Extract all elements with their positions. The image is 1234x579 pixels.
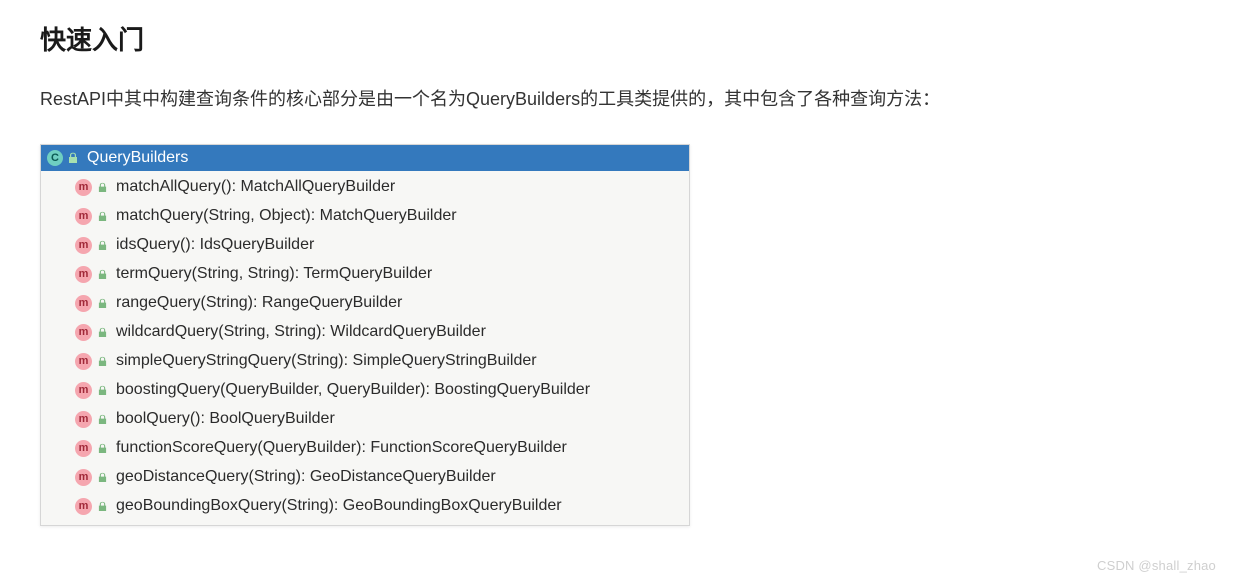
method-return-type: RangeQueryBuilder <box>262 294 403 311</box>
method-row[interactable]: m idsQuery(): IdsQueryBuilder <box>41 231 689 260</box>
method-row[interactable]: m matchAllQuery(): MatchAllQueryBuilder <box>41 173 689 202</box>
method-name: boostingQuery <box>116 381 220 398</box>
method-icon: m <box>75 179 92 196</box>
method-params: (String, String): <box>218 323 330 340</box>
method-row[interactable]: m geoDistanceQuery(String): GeoDistanceQu… <box>41 463 689 492</box>
method-params: (): <box>221 178 241 195</box>
method-signature: functionScoreQuery(QueryBuilder): Functi… <box>116 439 567 457</box>
method-icon: m <box>75 324 92 341</box>
code-completion-panel: C QueryBuilders mmatchAllQuery(): MatchA… <box>40 144 690 526</box>
method-icon: m <box>75 353 92 370</box>
method-row[interactable]: m functionScoreQuery(QueryBuilder): Funct… <box>41 434 689 463</box>
method-signature: simpleQueryStringQuery(String): SimpleQu… <box>116 352 537 370</box>
method-return-type: GeoBoundingBoxQueryBuilder <box>343 497 562 514</box>
method-return-type: BoolQueryBuilder <box>209 410 334 427</box>
method-icon: m <box>75 295 92 312</box>
watermark: CSDN @shall_zhao <box>1097 558 1216 573</box>
lock-icon <box>96 298 108 309</box>
panel-header: C QueryBuilders <box>41 145 689 171</box>
method-row[interactable]: m geoBoundingBoxQuery(String): GeoBoundin… <box>41 492 689 521</box>
method-signature: idsQuery(): IdsQueryBuilder <box>116 236 314 254</box>
method-params: (String, String): <box>192 265 304 282</box>
method-row[interactable]: m simpleQueryStringQuery(String): SimpleQ… <box>41 347 689 376</box>
method-params: (String): <box>201 294 262 311</box>
class-name: QueryBuilders <box>87 149 188 167</box>
lock-icon <box>96 240 108 251</box>
lock-icon <box>96 269 108 280</box>
method-params: (): <box>180 236 200 253</box>
lock-icon <box>96 182 108 193</box>
method-icon: m <box>75 440 92 457</box>
lock-icon <box>96 472 108 483</box>
method-return-type: WildcardQueryBuilder <box>330 323 486 340</box>
method-signature: boolQuery(): BoolQueryBuilder <box>116 410 335 428</box>
lock-icon <box>96 356 108 367</box>
method-params: (String, Object): <box>203 207 319 224</box>
method-params: (): <box>190 410 210 427</box>
method-row[interactable]: m termQuery(String, String): TermQueryBui… <box>41 260 689 289</box>
method-params: (String): <box>281 497 342 514</box>
lock-icon <box>96 501 108 512</box>
method-return-type: FunctionScoreQueryBuilder <box>370 439 567 456</box>
method-signature: matchAllQuery(): MatchAllQueryBuilder <box>116 178 395 196</box>
method-name: wildcardQuery <box>116 323 218 340</box>
method-return-type: IdsQueryBuilder <box>200 236 315 253</box>
method-icon: m <box>75 469 92 486</box>
method-return-type: TermQueryBuilder <box>303 265 432 282</box>
method-name: termQuery <box>116 265 192 282</box>
method-name: matchAllQuery <box>116 178 221 195</box>
method-signature: wildcardQuery(String, String): WildcardQ… <box>116 323 486 341</box>
method-name: idsQuery <box>116 236 180 253</box>
method-icon: m <box>75 498 92 515</box>
method-return-type: BoostingQueryBuilder <box>434 381 590 398</box>
method-icon: m <box>75 266 92 283</box>
method-icon: m <box>75 411 92 428</box>
method-name: rangeQuery <box>116 294 201 311</box>
method-row[interactable]: m boostingQuery(QueryBuilder, QueryBuilde… <box>41 376 689 405</box>
method-name: boolQuery <box>116 410 190 427</box>
method-params: (String): <box>249 468 310 485</box>
lock-icon <box>96 414 108 425</box>
method-row[interactable]: m boolQuery(): BoolQueryBuilder <box>41 405 689 434</box>
method-icon: m <box>75 208 92 225</box>
method-return-type: MatchAllQueryBuilder <box>240 178 395 195</box>
lock-icon <box>96 443 108 454</box>
lock-icon <box>67 152 79 164</box>
method-name: functionScoreQuery <box>116 439 257 456</box>
lock-icon <box>96 211 108 222</box>
method-signature: geoBoundingBoxQuery(String): GeoBounding… <box>116 497 562 515</box>
method-icon: m <box>75 237 92 254</box>
method-name: matchQuery <box>116 207 203 224</box>
method-return-type: SimpleQueryStringBuilder <box>353 352 537 369</box>
method-params: (QueryBuilder, QueryBuilder): <box>220 381 434 398</box>
intro-paragraph: RestAPI中其中构建查询条件的核心部分是由一个名为QueryBuilders… <box>40 85 1194 114</box>
lock-icon <box>96 327 108 338</box>
method-signature: boostingQuery(QueryBuilder, QueryBuilder… <box>116 381 590 399</box>
method-row[interactable]: m matchQuery(String, Object): MatchQueryB… <box>41 202 689 231</box>
method-signature: matchQuery(String, Object): MatchQueryBu… <box>116 207 457 225</box>
method-name: geoBoundingBoxQuery <box>116 497 281 514</box>
lock-icon <box>96 385 108 396</box>
method-return-type: GeoDistanceQueryBuilder <box>310 468 496 485</box>
method-row[interactable]: m rangeQuery(String): RangeQueryBuilder <box>41 289 689 318</box>
method-signature: termQuery(String, String): TermQueryBuil… <box>116 265 432 283</box>
method-name: simpleQueryStringQuery <box>116 352 291 369</box>
method-signature: geoDistanceQuery(String): GeoDistanceQue… <box>116 468 496 486</box>
page-heading: 快速入门 <box>40 20 1194 57</box>
class-icon: C <box>47 150 63 166</box>
method-icon: m <box>75 382 92 399</box>
method-list: mmatchAllQuery(): MatchAllQueryBuildermm… <box>41 171 689 525</box>
method-name: geoDistanceQuery <box>116 468 249 485</box>
method-row[interactable]: m wildcardQuery(String, String): Wildcard… <box>41 318 689 347</box>
method-signature: rangeQuery(String): RangeQueryBuilder <box>116 294 402 312</box>
method-return-type: MatchQueryBuilder <box>320 207 457 224</box>
method-params: (QueryBuilder): <box>257 439 370 456</box>
method-params: (String): <box>291 352 352 369</box>
